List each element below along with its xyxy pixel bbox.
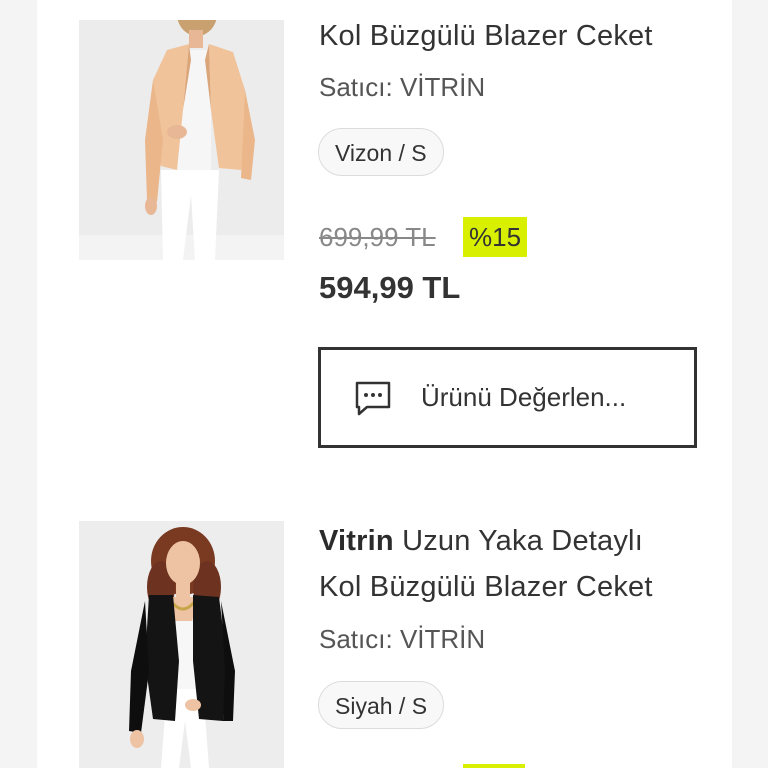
product-title[interactable]: Vitrin Uzun Yaka Detaylı Kol Büzgülü Bla…	[319, 518, 719, 610]
seller-name: VİTRİN	[399, 72, 486, 102]
product-brand: Vitrin	[319, 525, 394, 557]
product-image[interactable]	[79, 20, 284, 260]
order-items-card: Kol Büzgülü Blazer Ceket Satıcı: VİTRİN …	[37, 0, 732, 768]
variant-label: Vizon / S	[335, 140, 427, 166]
review-button-label: Ürünü Değerlen...	[421, 382, 627, 412]
discount-badge: %15	[463, 217, 528, 257]
old-price: 699,99 TL	[319, 222, 436, 252]
variant-label: Siyah / S	[335, 693, 428, 719]
beige-blazer-photo	[79, 20, 284, 260]
seller-label: Satıcı:	[319, 624, 393, 654]
discount-badge-partial	[463, 764, 525, 768]
black-blazer-photo	[79, 521, 284, 768]
product-title-line: Kol Büzgülü Blazer Ceket	[319, 20, 653, 52]
seller-info: Satıcı: VİTRİN	[319, 72, 485, 103]
variant-badge: Siyah / S	[318, 681, 445, 729]
product-title[interactable]: Kol Büzgülü Blazer Ceket	[319, 13, 719, 59]
product-title-line: Kol Büzgülü Blazer Ceket	[319, 571, 653, 603]
product-title-line: Uzun Yaka Detaylı	[402, 525, 643, 557]
seller-name: VİTRİN	[399, 624, 486, 654]
seller-info: Satıcı: VİTRİN	[319, 624, 485, 655]
review-product-button[interactable]: Ürünü Değerlen...	[318, 347, 697, 448]
variant-badge: Vizon / S	[318, 128, 444, 176]
product-image[interactable]	[79, 521, 284, 768]
current-price: 594,99 TL	[319, 270, 461, 305]
chat-icon	[355, 381, 391, 415]
seller-label: Satıcı:	[319, 72, 393, 102]
